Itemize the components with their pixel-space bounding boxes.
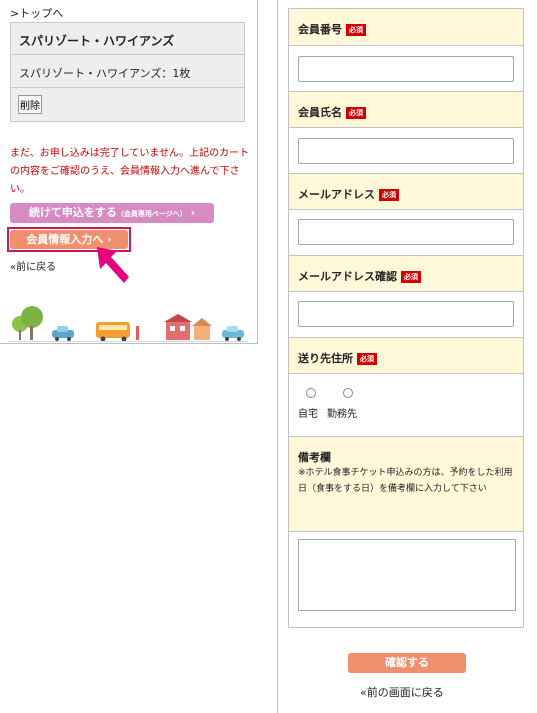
cart-header: スパリゾート・ハワイアンズ bbox=[10, 22, 245, 55]
remarks-textarea[interactable] bbox=[298, 539, 516, 611]
member-number-field-cell bbox=[289, 45, 523, 91]
top-link[interactable]: >トップへ bbox=[10, 5, 63, 21]
member-info-label: 会員情報入力へ bbox=[26, 233, 104, 246]
town-scenery-illustration bbox=[8, 306, 248, 342]
cart-item-row: スパリゾート・ハワイアンズ：1枚 bbox=[10, 55, 245, 88]
continue-sublabel: （会員専用ページへ） bbox=[116, 210, 187, 218]
remarks-note: ※ホテル食事チケット申込みの方は、予約をした利用日（食事をする日）を備考欄に入力… bbox=[298, 468, 513, 494]
email-field-cell bbox=[289, 209, 523, 255]
required-badge: 必須 bbox=[401, 271, 421, 283]
continue-label: 続けて申込をする bbox=[28, 206, 117, 219]
address-label-cell: 送り先住所 必須 bbox=[289, 337, 523, 373]
member-number-label: 会員番号 必須 bbox=[298, 21, 366, 37]
required-badge: 必須 bbox=[346, 107, 366, 119]
back-to-previous-link[interactable]: «前の画面に戻る bbox=[360, 684, 444, 700]
home-option-label: 自宅 bbox=[298, 409, 318, 420]
email-confirm-input[interactable] bbox=[298, 301, 514, 327]
cart-title: スパリゾート・ハワイアンズ bbox=[19, 34, 175, 48]
required-badge: 必須 bbox=[379, 189, 399, 201]
back-link[interactable]: «前に戻る bbox=[10, 258, 56, 273]
pointer-arrow-icon bbox=[97, 247, 129, 283]
incomplete-notice: まだ、お申し込みは完了していません。上記のカートの内容をご確認のうえ、会員情報入… bbox=[10, 148, 250, 195]
email-confirm-label-cell: メールアドレス確認 必須 bbox=[289, 255, 523, 291]
member-name-input[interactable] bbox=[298, 138, 514, 164]
home-radio[interactable] bbox=[306, 388, 316, 398]
address-field-cell: 自宅 勤務先 bbox=[289, 373, 523, 436]
member-number-label-cell: 会員番号 必須 bbox=[289, 9, 523, 45]
required-badge: 必須 bbox=[357, 353, 377, 365]
cart-action-row: 削除 bbox=[10, 88, 245, 122]
address-label: 送り先住所 必須 bbox=[298, 350, 377, 366]
remarks-label-cell: 備考欄 ※ホテル食事チケット申込みの方は、予約をした利用日（食事をする日）を備考… bbox=[289, 436, 523, 531]
remarks-label: 備考欄 bbox=[298, 451, 331, 464]
email-label-cell: メールアドレス 必須 bbox=[289, 173, 523, 209]
chevron-right-icon: › bbox=[190, 206, 196, 219]
remarks-field-cell bbox=[289, 531, 523, 627]
member-name-label-cell: 会員氏名 必須 bbox=[289, 91, 523, 127]
email-confirm-label: メールアドレス確認 必須 bbox=[298, 268, 421, 284]
required-badge: 必須 bbox=[346, 24, 366, 36]
continue-shopping-button[interactable]: 続けて申込をする（会員専用ページへ） › bbox=[10, 203, 214, 223]
cart-item: スパリゾート・ハワイアンズ：1枚 bbox=[19, 67, 191, 80]
member-number-input[interactable] bbox=[298, 56, 514, 82]
office-option-label: 勤務先 bbox=[327, 409, 357, 420]
member-name-field-cell bbox=[289, 127, 523, 173]
email-input[interactable] bbox=[298, 219, 514, 245]
office-radio[interactable] bbox=[343, 388, 353, 398]
delete-button[interactable]: 削除 bbox=[18, 95, 42, 114]
email-confirm-field-cell bbox=[289, 291, 523, 337]
member-name-label: 会員氏名 必須 bbox=[298, 104, 366, 120]
email-label: メールアドレス 必須 bbox=[298, 186, 399, 202]
chevron-right-icon: › bbox=[107, 233, 112, 246]
confirm-button[interactable]: 確認する bbox=[348, 653, 466, 673]
